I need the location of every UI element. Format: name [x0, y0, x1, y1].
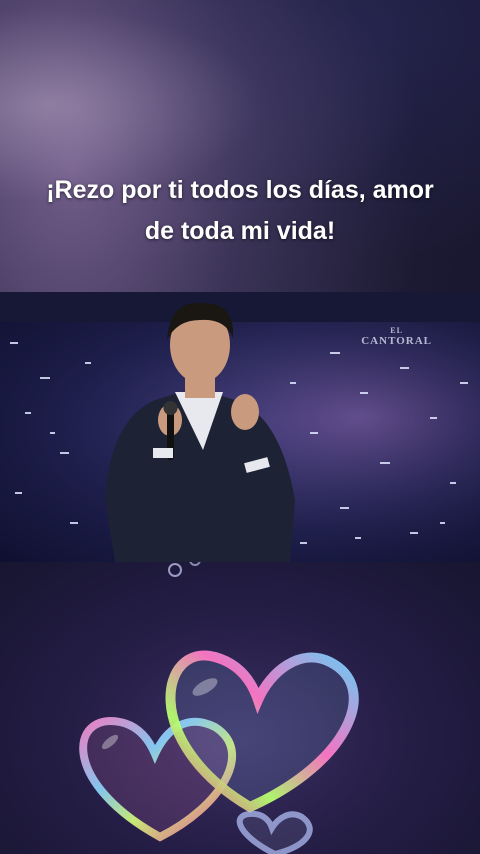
watermark-line-2: CANTORAL	[361, 335, 432, 347]
singer-figure	[105, 302, 295, 562]
channel-watermark: EL CANTORAL	[361, 326, 432, 347]
caption-text: ¡Rezo por ti todos los días, amor de tod…	[46, 176, 434, 245]
small-heart	[236, 810, 313, 854]
heart-bubble-icon	[79, 562, 359, 854]
watermark-line-1: EL	[390, 326, 403, 335]
background-glow	[0, 0, 480, 300]
